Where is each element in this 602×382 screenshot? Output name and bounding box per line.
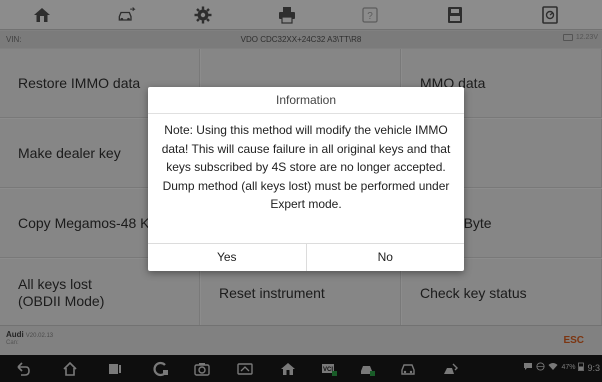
yes-button[interactable]: Yes	[148, 244, 306, 271]
dialog-button-row: Yes No	[148, 243, 464, 271]
no-button[interactable]: No	[305, 244, 465, 271]
information-dialog: Information Note: Using this method will…	[148, 87, 464, 271]
dialog-title: Information	[148, 87, 464, 114]
dialog-message: Note: Using this method will modify the …	[161, 123, 451, 211]
